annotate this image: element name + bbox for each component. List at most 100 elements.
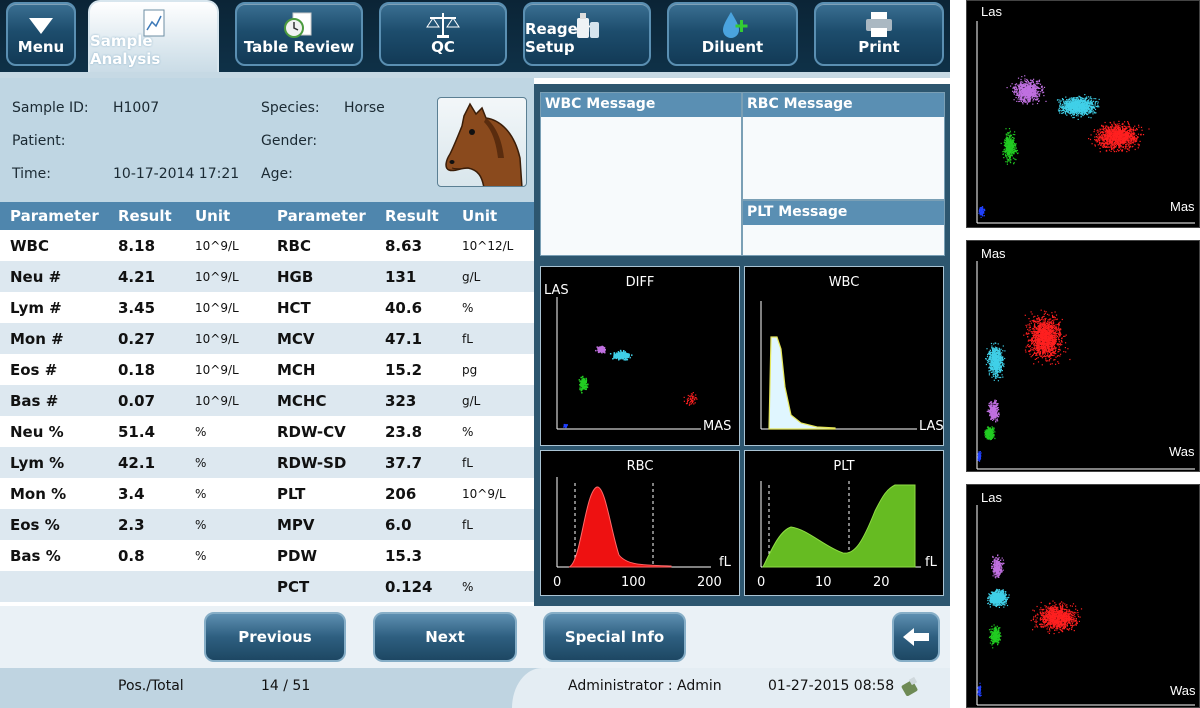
- result-value: 4.21: [118, 268, 156, 286]
- tab-sample-analysis[interactable]: Sample Analysis: [88, 0, 219, 76]
- scale-icon: [426, 13, 460, 38]
- result-value: 47.1: [385, 330, 423, 348]
- result-value: 0.07: [118, 392, 156, 410]
- column-header: Parameter: [277, 207, 366, 225]
- column-header: Unit: [195, 207, 231, 225]
- parameter-name: RBC: [277, 237, 311, 255]
- tab-qc[interactable]: QC: [379, 2, 507, 66]
- unit-value: 10^9/L: [195, 239, 239, 253]
- thumb1-ylabel: Las: [981, 4, 1002, 19]
- scatter-thumbnail-mas-was: Mas Was: [966, 240, 1200, 472]
- unit-value: 10^9/L: [462, 487, 506, 501]
- parameter-name: PDW: [277, 547, 317, 565]
- parameter-name: MPV: [277, 516, 315, 534]
- table-row: Mon % 3.4% PLT 206 10^9/L: [0, 478, 534, 509]
- parameter-name: Bas %: [10, 547, 61, 565]
- result-value: 37.7: [385, 454, 423, 472]
- unit-value: %: [195, 487, 207, 501]
- table-row: Neu % 51.4% RDW-CV 23.8%: [0, 416, 534, 447]
- scatter-thumbnail-2-plot: [976, 261, 1195, 470]
- column-header: Result: [385, 207, 439, 225]
- messages-and-graphs: WBC Message RBC Message PLT Message DIFF…: [534, 84, 950, 606]
- parameter-name: Mon #: [10, 330, 64, 348]
- age-label: Age:: [261, 166, 293, 182]
- plt-message-title: PLT Message: [743, 201, 944, 225]
- position-label: Pos./Total: [118, 678, 184, 694]
- plt-histogram: PLT fL 0 10 20: [744, 450, 944, 596]
- rbc-histogram-curve: [568, 486, 672, 568]
- species-value: Horse: [344, 100, 385, 116]
- result-value: 0.124: [385, 578, 433, 596]
- table-row: Eos # 0.18 10^9/L MCH 15.2 pg: [0, 354, 534, 385]
- printer-icon: [866, 12, 892, 37]
- sample-info: Sample ID: H1007 Patient: Time: 10-17-20…: [0, 78, 534, 202]
- rbc-histogram: RBC fL 0 100 200: [540, 450, 740, 596]
- unit-value: fL: [462, 332, 473, 346]
- unit-value: 10^9/L: [195, 270, 239, 284]
- wbc-histogram-plot: [760, 301, 917, 430]
- unit-value: %: [195, 518, 207, 532]
- diff-plot-area: [556, 297, 701, 430]
- result-value: 23.8: [385, 423, 423, 441]
- column-header: Result: [118, 207, 172, 225]
- parameter-name: Neu #: [10, 268, 62, 286]
- plt-histogram-curve: [762, 484, 916, 568]
- parameter-name: MCH: [277, 361, 316, 379]
- back-arrow-icon: [903, 628, 929, 646]
- scatter-thumbnail-las-mas: Las Mas: [966, 0, 1200, 228]
- parameter-name: WBC: [10, 237, 49, 255]
- table-row: Eos % 2.3% MPV 6.0 fL: [0, 509, 534, 540]
- position-value: 14 / 51: [261, 678, 311, 694]
- unit-value: %: [195, 425, 207, 439]
- status-bar: Pos./Total 14 / 51 Administrator : Admin…: [0, 668, 950, 708]
- tab-reagent-setup[interactable]: Reagent Setup: [523, 2, 651, 66]
- result-value: 42.1: [118, 454, 156, 472]
- parameter-name: PCT: [277, 578, 310, 596]
- parameter-name: Eos %: [10, 516, 60, 534]
- parameter-name: Mon %: [10, 485, 67, 503]
- result-value: 6.0: [385, 516, 412, 534]
- usb-storage-icon[interactable]: [900, 676, 922, 698]
- diluent-drop-icon: [722, 12, 747, 38]
- unit-value: 10^9/L: [195, 394, 239, 408]
- scatter-thumbnail-1-plot: [976, 21, 1195, 224]
- result-value: 8.63: [385, 237, 423, 255]
- parameter-name: Lym %: [10, 454, 65, 472]
- menu-triangle-icon: [29, 18, 53, 34]
- tab-print[interactable]: Print: [814, 2, 944, 66]
- unit-value: pg: [462, 363, 478, 377]
- thumb3-ylabel: Las: [981, 490, 1002, 505]
- next-button[interactable]: Next: [373, 612, 517, 662]
- parameter-name: Bas #: [10, 392, 59, 410]
- parameter-name: HCT: [277, 299, 311, 317]
- result-value: 0.27: [118, 330, 156, 348]
- unit-value: fL: [462, 456, 473, 470]
- tab-diluent[interactable]: Diluent: [667, 2, 798, 66]
- parameter-name: PLT: [277, 485, 306, 503]
- rbc-histogram-plot: [556, 477, 711, 568]
- time-value: 10-17-2014 17:21: [113, 166, 240, 182]
- result-value: 3.4: [118, 485, 145, 503]
- back-button[interactable]: [892, 612, 940, 662]
- parameter-name: RDW-SD: [277, 454, 347, 472]
- thumb1-xlabel: Mas: [1170, 199, 1195, 214]
- menu-button[interactable]: Menu: [6, 2, 76, 66]
- chart-report-icon: [143, 9, 164, 37]
- scatter-thumbnail-3-plot: [976, 505, 1195, 706]
- tab-table-review[interactable]: Table Review: [235, 2, 363, 66]
- previous-button[interactable]: Previous: [204, 612, 346, 662]
- thumb2-xlabel: Was: [1169, 444, 1195, 459]
- table-row: Lym # 3.45 10^9/L HCT 40.6%: [0, 292, 534, 323]
- result-value: 15.2: [385, 361, 423, 379]
- wbc-histogram: WBC LAS: [744, 266, 944, 446]
- result-value: 15.3: [385, 547, 423, 565]
- table-row: WBC 8.18 10^9/L RBC 8.63 10^12/L: [0, 230, 534, 261]
- table-row: Neu # 4.21 10^9/L HGB 131 g/L: [0, 261, 534, 292]
- special-info-button[interactable]: Special Info: [543, 612, 686, 662]
- bottom-navigation: Previous Next Special Info: [0, 606, 950, 668]
- patient-label: Patient:: [12, 133, 66, 149]
- result-value: 3.45: [118, 299, 156, 317]
- sample-analysis-panel: Sample ID: H1007 Patient: Time: 10-17-20…: [0, 78, 950, 606]
- rbc-message-box: RBC Message: [742, 92, 945, 200]
- unit-value: 10^12/L: [462, 239, 514, 253]
